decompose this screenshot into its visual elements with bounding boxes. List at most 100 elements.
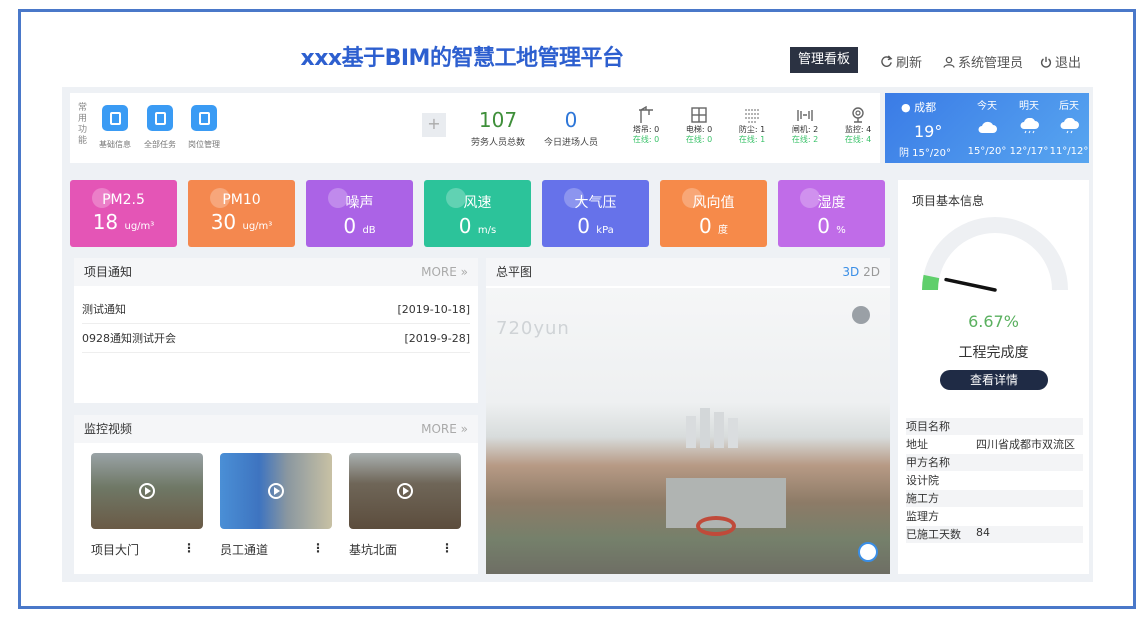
device-dust[interactable]: 防尘: 1 在线: 1: [732, 105, 772, 145]
env-number: 0: [577, 214, 590, 238]
quick-position-mgmt-button[interactable]: 岗位管理: [184, 105, 224, 150]
env-card-wind-direction[interactable]: 风向值 0 度: [660, 180, 767, 247]
monitor-icon: [838, 105, 878, 125]
info-row: 施工方: [906, 490, 1083, 507]
elevator-icon: [679, 105, 719, 125]
camera-item[interactable]: 项目大门 ⋮: [91, 453, 203, 558]
env-card-noise[interactable]: 噪声 0 dB: [306, 180, 413, 247]
progress-percent: 6.67%: [968, 312, 1019, 331]
stat-value: 0: [564, 108, 578, 132]
stat-labor-total[interactable]: 107 劳务人员总数: [466, 109, 530, 148]
env-card-humidity[interactable]: 湿度 0 %: [778, 180, 885, 247]
device-count: 塔吊: 0: [632, 125, 660, 134]
info-key: 项目名称: [906, 420, 950, 433]
device-monitor[interactable]: 监控: 4 在线: 4: [838, 105, 878, 145]
env-card-pm10[interactable]: PM10 30 ug/m³: [188, 180, 295, 247]
device-online: 在线: 0: [632, 135, 660, 144]
env-unit: ug/m³: [124, 221, 155, 232]
view-details-button[interactable]: 查看详情: [940, 370, 1048, 390]
device-gate[interactable]: 闸机: 2 在线: 2: [785, 105, 825, 145]
env-value: 0 m/s: [424, 214, 531, 238]
camera-thumbnail[interactable]: [91, 453, 203, 529]
camera-thumbnail[interactable]: [349, 453, 461, 529]
env-title: 湿度: [817, 195, 846, 211]
info-key: 设计院: [906, 474, 939, 487]
device-count: 电梯: 0: [685, 125, 713, 134]
stat-label: 今日进场人员: [543, 138, 598, 148]
play-icon: [139, 483, 155, 499]
site-plan-panorama[interactable]: 720yun: [486, 288, 890, 574]
user-menu[interactable]: 系统管理员: [943, 52, 1023, 71]
quick-all-tasks-button[interactable]: 全部任务: [140, 105, 180, 150]
site-plan-title-bar: 总平图 3D 2D: [486, 258, 890, 286]
management-board-button[interactable]: 管理看板: [790, 47, 858, 73]
add-quick-function-button[interactable]: +: [422, 113, 446, 137]
site-plan-header: 总平图 3D 2D: [486, 258, 890, 288]
env-card-pm25[interactable]: PM2.5 18 ug/m³: [70, 180, 177, 247]
decor-bubble: [210, 188, 230, 208]
more-vertical-icon[interactable]: ⋮: [312, 541, 324, 555]
device-online: 在线: 0: [685, 135, 713, 144]
info-row: 项目名称: [906, 418, 1083, 435]
env-title: PM2.5: [102, 192, 145, 208]
double-chevron-right-icon: »: [460, 422, 468, 436]
env-title: 大气压: [574, 195, 617, 211]
weather-day-name: 明天: [1019, 101, 1039, 112]
play-icon: [268, 483, 284, 499]
info-row: 地址 四川省成都市双流区: [906, 436, 1083, 453]
env-card-wind-speed[interactable]: 风速 0 m/s: [424, 180, 531, 247]
camera-label: 员工通道: [220, 543, 269, 557]
weather-day-today: 今天 15°/20°: [967, 97, 1007, 157]
notice-text: 0928通知测试开会: [82, 332, 176, 345]
fullscreen-icon[interactable]: [852, 306, 870, 324]
quick-basic-info-button[interactable]: 基础信息: [95, 105, 135, 150]
env-title: 风速: [463, 195, 492, 211]
camera-label: 基坑北面: [349, 543, 398, 557]
notice-date: [2019-9-28]: [404, 332, 470, 345]
env-card-pressure[interactable]: 大气压 0 kPa: [542, 180, 649, 247]
weather-temp: 19°: [914, 122, 943, 141]
device-count: 监控: 4: [844, 125, 872, 134]
weather-city-name: 成都: [914, 101, 937, 114]
weather-day-after: 后天 11°/12°: [1049, 97, 1089, 157]
info-key: 地址: [906, 438, 928, 451]
env-number: 0: [343, 214, 357, 238]
env-number: 30: [210, 210, 237, 234]
logout-button[interactable]: 退出: [1040, 52, 1081, 71]
decor-bubble: [328, 188, 348, 208]
tower-crane-icon: [626, 105, 666, 125]
building: [700, 408, 710, 448]
function-bar: 常用功能 基础信息 全部任务 岗位管理 + 107 劳务人员总数 0 今日进场人…: [70, 93, 880, 163]
env-value: 0 kPa: [542, 214, 649, 238]
stat-today-entry[interactable]: 0 今日进场人员: [540, 109, 602, 148]
env-value: 0 度: [660, 214, 767, 238]
page-title: xxx基于BIM的智慧工地管理平台: [300, 46, 624, 71]
more-vertical-icon[interactable]: ⋮: [183, 541, 195, 555]
refresh-button[interactable]: 刷新: [880, 52, 922, 71]
camera-name: 基坑北面 ⋮: [349, 541, 461, 558]
camera-name: 项目大门 ⋮: [91, 541, 203, 558]
mode-3d-button[interactable]: 3D: [842, 265, 859, 279]
notice-item[interactable]: 测试通知 [2019-10-18]: [82, 296, 470, 324]
camera-item[interactable]: 基坑北面 ⋮: [349, 453, 461, 558]
env-unit: 度: [718, 225, 729, 236]
camera-item[interactable]: 员工通道 ⋮: [220, 453, 332, 558]
device-tower-crane[interactable]: 塔吊: 0 在线: 0: [626, 105, 666, 145]
monitor-more-link[interactable]: MORE »: [421, 415, 468, 443]
notice-more-link[interactable]: MORE »: [421, 258, 468, 286]
env-value: 0 dB: [306, 214, 413, 238]
weather-desc: 阴 15°/20°: [899, 148, 951, 159]
notice-item[interactable]: 0928通知测试开会 [2019-9-28]: [82, 325, 470, 353]
building: [714, 412, 724, 448]
play-icon: [397, 483, 413, 499]
camera-thumbnail[interactable]: [220, 453, 332, 529]
env-unit: ug/m³: [242, 221, 273, 232]
stat-label: 劳务人员总数: [470, 138, 525, 148]
device-elevator[interactable]: 电梯: 0 在线: 0: [679, 105, 719, 145]
more-vertical-icon[interactable]: ⋮: [441, 541, 453, 555]
chat-icon[interactable]: [858, 542, 878, 562]
env-unit: kPa: [596, 225, 614, 236]
notice-title: 项目通知: [84, 265, 133, 279]
env-value: 18 ug/m³: [70, 210, 177, 234]
mode-2d-button[interactable]: 2D: [863, 265, 880, 279]
